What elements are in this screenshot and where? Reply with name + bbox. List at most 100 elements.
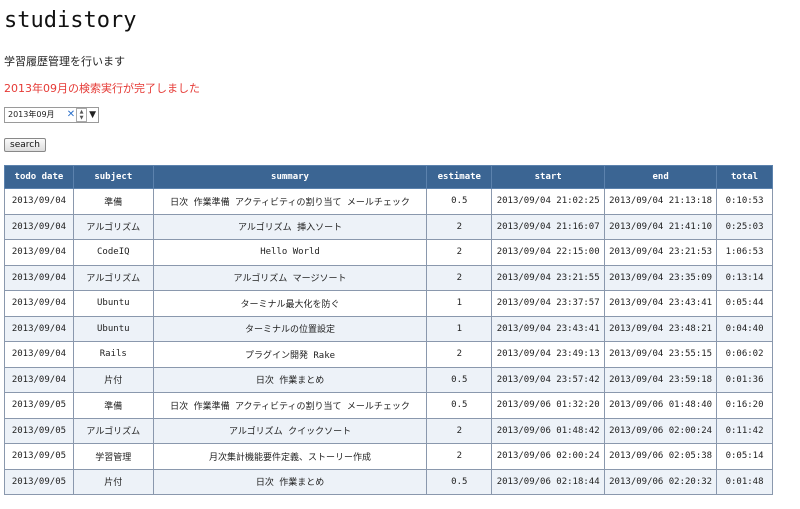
cell-total: 0:05:14 — [716, 443, 773, 470]
cell-summary: Hello World — [152, 239, 428, 266]
month-spinner[interactable]: ▲ ▼ — [76, 108, 88, 122]
cell-subject: 学習管理 — [72, 443, 154, 470]
cell-end: 2013/09/04 23:55:15 — [604, 341, 718, 368]
cell-subject: 準備 — [72, 188, 154, 215]
cell-todo-date: 2013/09/04 — [4, 188, 74, 215]
cell-summary: アルゴリズム クイックソート — [152, 417, 428, 444]
cell-estimate: 0.5 — [426, 188, 493, 215]
cell-end: 2013/09/04 23:43:41 — [604, 290, 718, 317]
col-header-end[interactable]: end — [604, 165, 718, 189]
month-picker[interactable]: 2013年09月 ✕ ▲ ▼ ▼ — [4, 107, 99, 123]
cell-total: 0:05:44 — [716, 290, 773, 317]
cell-estimate: 0.5 — [426, 366, 493, 393]
spin-down-icon[interactable]: ▼ — [77, 115, 86, 121]
cell-summary: 日次 作業まとめ — [152, 366, 428, 393]
cell-todo-date: 2013/09/05 — [4, 417, 74, 444]
col-header-subject[interactable]: subject — [72, 165, 154, 189]
page-description: 学習履歴管理を行います — [4, 55, 125, 68]
cell-total: 1:06:53 — [716, 239, 773, 266]
table-row: 2013/09/05 準備 日次 作業準備 アクティビティの割り当て メールチェック… — [4, 392, 773, 419]
cell-todo-date: 2013/09/04 — [4, 315, 74, 342]
cell-start: 2013/09/06 01:48:42 — [491, 417, 606, 444]
cell-summary: ターミナルの位置設定 — [152, 315, 428, 342]
cell-total: 0:04:40 — [716, 315, 773, 342]
col-header-todo-date[interactable]: todo date — [4, 165, 74, 189]
table-row: 2013/09/04 Rails プラグイン開発 Rake 2 2013/09/04 2… — [4, 341, 773, 368]
cell-end: 2013/09/04 21:13:18 — [604, 188, 718, 215]
cell-estimate: 1 — [426, 290, 493, 317]
cell-estimate: 0.5 — [426, 392, 493, 419]
cell-subject: Ubuntu — [72, 315, 154, 342]
cell-total: 0:06:02 — [716, 341, 773, 368]
cell-summary: 月次集計機能要件定義、ストーリー作成 — [152, 443, 428, 470]
cell-start: 2013/09/06 01:32:20 — [491, 392, 606, 419]
cell-subject: アルゴリズム — [72, 264, 154, 291]
cell-todo-date: 2013/09/04 — [4, 264, 74, 291]
cell-todo-date: 2013/09/05 — [4, 468, 74, 495]
table-row: 2013/09/05 片付 日次 作業まとめ 0.5 2013/09/06 02:18:… — [4, 468, 773, 495]
cell-start: 2013/09/06 02:18:44 — [491, 468, 606, 495]
cell-start: 2013/09/04 23:43:41 — [491, 315, 606, 342]
cell-estimate: 0.5 — [426, 468, 493, 495]
cell-subject: アルゴリズム — [72, 213, 154, 240]
cell-todo-date: 2013/09/04 — [4, 213, 74, 240]
cell-estimate: 2 — [426, 443, 493, 470]
cell-total: 0:01:36 — [716, 366, 773, 393]
table-row: 2013/09/04 Ubuntu ターミナルの位置設定 1 2013/09/04 23… — [4, 315, 773, 342]
table-row: 2013/09/04 CodeIQ Hello World 2 2013/09/04 2… — [4, 239, 773, 266]
col-header-summary[interactable]: summary — [152, 165, 428, 189]
cell-start: 2013/09/04 23:21:55 — [491, 264, 606, 291]
cell-summary: アルゴリズム 挿入ソート — [152, 213, 428, 240]
page-title: studistory — [4, 8, 137, 33]
cell-total: 0:25:03 — [716, 213, 773, 240]
cell-start: 2013/09/04 23:49:13 — [491, 341, 606, 368]
cell-start: 2013/09/04 23:37:57 — [491, 290, 606, 317]
cell-estimate: 2 — [426, 341, 493, 368]
history-table: todo date subject summary estimate start… — [4, 165, 773, 495]
cell-total: 0:16:20 — [716, 392, 773, 419]
dropdown-arrow-icon[interactable]: ▼ — [89, 108, 96, 122]
cell-end: 2013/09/04 23:59:18 — [604, 366, 718, 393]
cell-estimate: 2 — [426, 264, 493, 291]
table-row: 2013/09/04 アルゴリズム アルゴリズム マージソート 2 2013/09/04… — [4, 264, 773, 291]
cell-todo-date: 2013/09/04 — [4, 366, 74, 393]
col-header-total[interactable]: total — [716, 165, 773, 189]
cell-todo-date: 2013/09/05 — [4, 443, 74, 470]
col-header-start[interactable]: start — [491, 165, 606, 189]
cell-total: 0:13:14 — [716, 264, 773, 291]
cell-end: 2013/09/06 02:05:38 — [604, 443, 718, 470]
cell-end: 2013/09/06 01:48:40 — [604, 392, 718, 419]
cell-estimate: 2 — [426, 213, 493, 240]
cell-end: 2013/09/04 23:48:21 — [604, 315, 718, 342]
cell-start: 2013/09/06 02:00:24 — [491, 443, 606, 470]
cell-subject: 片付 — [72, 468, 154, 495]
cell-end: 2013/09/04 23:35:09 — [604, 264, 718, 291]
cell-subject: Ubuntu — [72, 290, 154, 317]
cell-todo-date: 2013/09/04 — [4, 341, 74, 368]
table-row: 2013/09/04 準備 日次 作業準備 アクティビティの割り当て メールチェック… — [4, 188, 773, 215]
clear-icon[interactable]: ✕ — [67, 108, 75, 122]
cell-total: 0:01:48 — [716, 468, 773, 495]
cell-summary: ターミナル最大化を防ぐ — [152, 290, 428, 317]
month-picker-value: 2013年09月 — [8, 110, 55, 119]
table-row: 2013/09/04 Ubuntu ターミナル最大化を防ぐ 1 2013/09/04 2… — [4, 290, 773, 317]
table-body: 2013/09/04 準備 日次 作業準備 アクティビティの割り当て メールチェック… — [4, 188, 773, 495]
cell-estimate: 2 — [426, 417, 493, 444]
cell-subject: アルゴリズム — [72, 417, 154, 444]
cell-summary: 日次 作業準備 アクティビティの割り当て メールチェック — [152, 392, 428, 419]
cell-start: 2013/09/04 21:16:07 — [491, 213, 606, 240]
cell-end: 2013/09/06 02:20:32 — [604, 468, 718, 495]
cell-todo-date: 2013/09/05 — [4, 392, 74, 419]
cell-summary: 日次 作業まとめ — [152, 468, 428, 495]
cell-summary: プラグイン開発 Rake — [152, 341, 428, 368]
search-button[interactable]: search — [4, 138, 46, 152]
table-row: 2013/09/04 片付 日次 作業まとめ 0.5 2013/09/04 23:57:… — [4, 366, 773, 393]
status-message: 2013年09月の検索実行が完了しました — [4, 82, 200, 95]
cell-total: 0:11:42 — [716, 417, 773, 444]
cell-subject: 準備 — [72, 392, 154, 419]
cell-estimate: 2 — [426, 239, 493, 266]
cell-end: 2013/09/04 23:21:53 — [604, 239, 718, 266]
cell-end: 2013/09/06 02:00:24 — [604, 417, 718, 444]
cell-subject: CodeIQ — [72, 239, 154, 266]
col-header-estimate[interactable]: estimate — [426, 165, 493, 189]
